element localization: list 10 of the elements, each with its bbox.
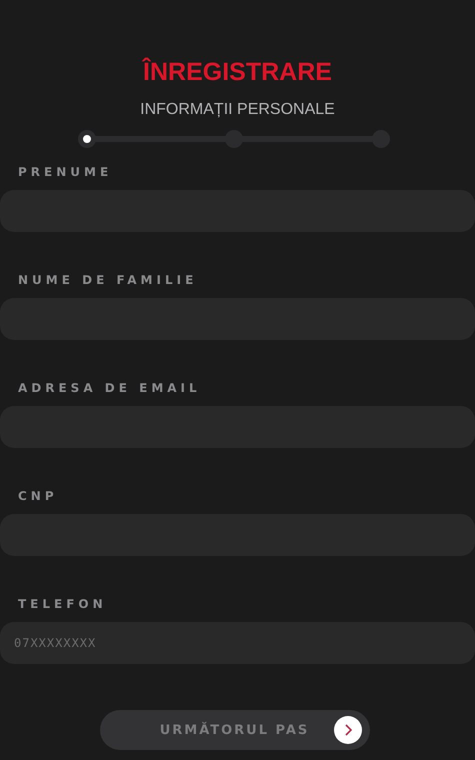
field-label: NUME DE FAMILIE bbox=[18, 272, 198, 288]
field-label: PRENUME bbox=[18, 164, 112, 180]
step-subtitle: INFORMAȚII PERSONALE bbox=[139, 100, 336, 120]
input-field[interactable]: 07XXXXXXXX bbox=[0, 622, 475, 664]
field-label: ADRESA DE EMAIL bbox=[18, 380, 201, 396]
chevron-right-icon bbox=[334, 716, 362, 744]
next-step-button[interactable]: URMĂTORUL PAS bbox=[100, 710, 370, 750]
page-title: ÎNREGISTRARE bbox=[141, 56, 333, 88]
field-label: CNP bbox=[18, 488, 58, 504]
field-label: TELEFON bbox=[18, 596, 107, 612]
